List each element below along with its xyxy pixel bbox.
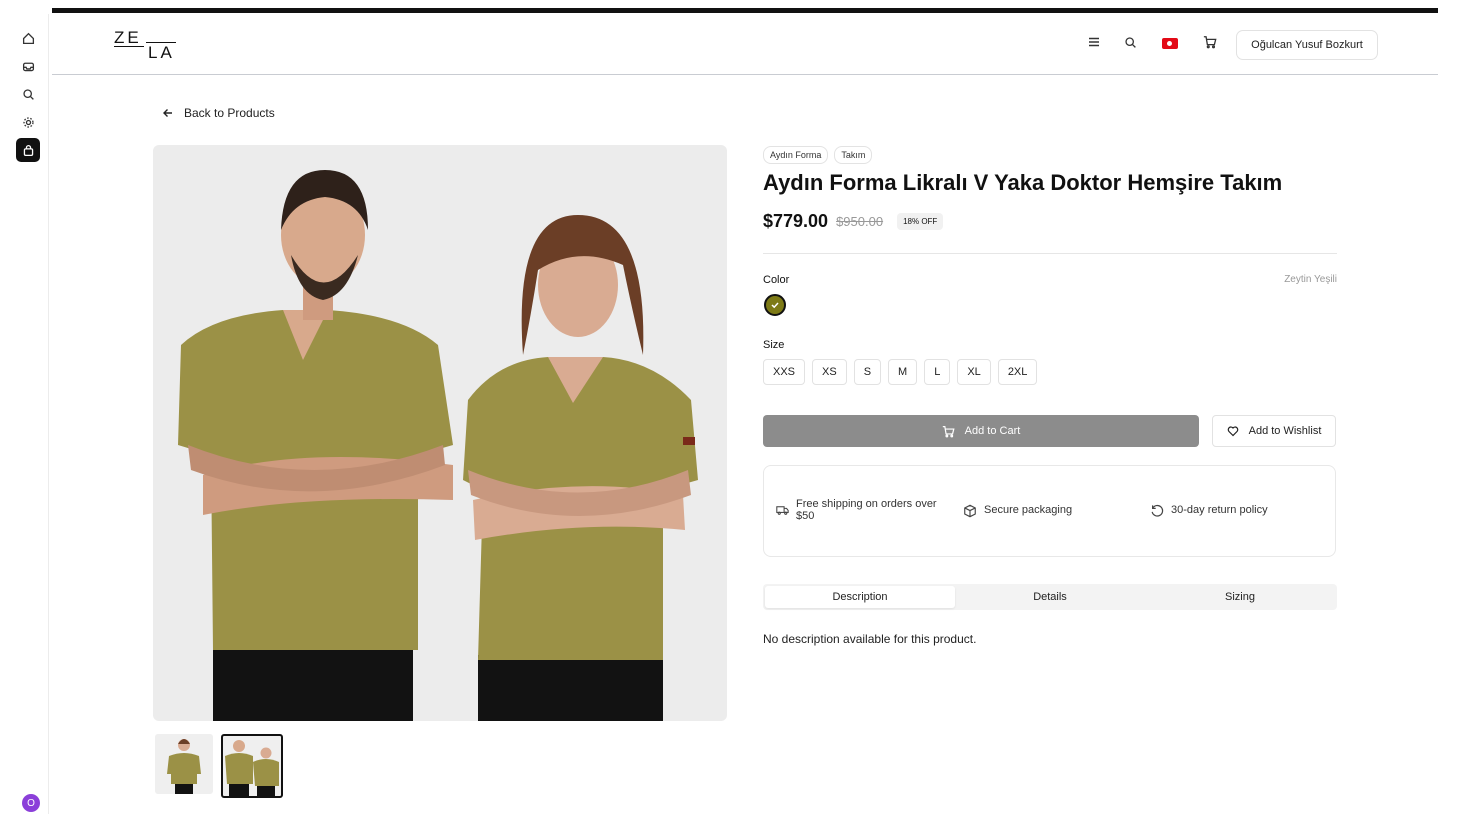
left-rail: O <box>8 14 49 814</box>
add-to-cart-label: Add to Cart <box>964 425 1021 437</box>
product-thumbnail-selected[interactable] <box>221 734 283 798</box>
size-option[interactable]: XXS <box>763 359 806 385</box>
feature-packaging-text: Secure packaging <box>984 504 1073 516</box>
logo-line <box>114 46 144 47</box>
settings-icon[interactable] <box>16 110 40 134</box>
color-swatch-olive[interactable] <box>764 294 786 316</box>
size-option[interactable]: L <box>924 359 951 385</box>
logo-top-text: ZE <box>114 28 142 47</box>
size-options: XXS XS S M L XL 2XL <box>763 359 1038 385</box>
price-row: $779.00 $950.00 18% OFF <box>763 211 944 232</box>
size-option[interactable]: XS <box>812 359 847 385</box>
feature-shipping-text: Free shipping on orders over $50 <box>795 498 937 522</box>
inbox-icon[interactable] <box>16 54 40 78</box>
turkey-flag-icon[interactable] <box>1162 38 1178 49</box>
site-logo[interactable]: ZE LA <box>114 28 178 62</box>
product-tabs: Description Details Sizing <box>763 584 1337 610</box>
add-to-cart-button[interactable]: Add to Cart <box>763 415 1199 447</box>
size-option[interactable]: S <box>853 359 882 385</box>
heart-icon <box>1227 426 1238 437</box>
user-account-button[interactable]: Oğulcan Yusuf Bozkurt <box>1236 30 1378 60</box>
size-option[interactable]: 2XL <box>997 359 1038 385</box>
discount-badge: 18% OFF <box>897 213 944 230</box>
color-label: Color <box>763 274 790 286</box>
selected-color-name: Zeytin Yeşili <box>1284 274 1337 285</box>
shop-icon[interactable] <box>16 138 40 162</box>
search-icon[interactable] <box>1122 34 1138 50</box>
tab-sizing[interactable]: Sizing <box>1145 586 1335 608</box>
product-thumbnail[interactable] <box>155 734 213 794</box>
size-option[interactable]: M <box>888 359 918 385</box>
description-text: No description available for this produc… <box>763 632 977 646</box>
feature-packaging: Secure packaging <box>963 504 1072 518</box>
feature-shipping: Free shipping on orders over $50 <box>776 498 946 522</box>
arrow-left-icon <box>163 109 172 117</box>
feature-returns: 30-day return policy <box>1150 504 1268 518</box>
tab-description[interactable]: Description <box>765 586 955 608</box>
add-to-wishlist-label: Add to Wishlist <box>1248 425 1322 437</box>
cart-icon[interactable] <box>1202 34 1218 50</box>
site-header: ZE LA Oğulcan Yusuf Bozkurt <box>52 14 1438 75</box>
avatar-letter: O <box>27 797 35 809</box>
divider <box>763 253 1337 254</box>
model-woman <box>463 215 698 721</box>
check-icon <box>771 302 779 309</box>
truck-icon <box>776 506 789 515</box>
product-title: Aydın Forma Likralı V Yaka Doktor Hemşir… <box>763 170 1283 195</box>
product-tag[interactable]: Takım <box>834 146 873 164</box>
product-tags: Aydın Forma Takım <box>763 146 873 164</box>
back-link-label: Back to Products <box>184 106 275 120</box>
product-main-image[interactable] <box>153 145 727 721</box>
features-box: Free shipping on orders over $50 Secure … <box>763 465 1336 557</box>
feature-returns-text: 30-day return policy <box>1171 504 1268 516</box>
current-price: $779.00 <box>763 211 829 231</box>
size-label: Size <box>763 339 785 351</box>
size-option[interactable]: XL <box>957 359 991 385</box>
tab-details[interactable]: Details <box>955 586 1145 608</box>
back-to-products-link[interactable]: Back to Products <box>162 106 275 120</box>
model-man <box>178 170 453 721</box>
original-price: $950.00 <box>836 214 884 229</box>
top-border <box>52 8 1438 13</box>
add-to-wishlist-button[interactable]: Add to Wishlist <box>1212 415 1336 447</box>
logo-bottom-text: LA <box>148 43 175 62</box>
product-tag[interactable]: Aydın Forma <box>763 146 829 164</box>
cart-icon <box>942 425 955 437</box>
avatar[interactable]: O <box>22 794 40 812</box>
return-icon <box>1151 504 1164 517</box>
search-icon[interactable] <box>16 82 40 106</box>
package-icon <box>964 504 976 518</box>
home-icon[interactable] <box>16 26 40 50</box>
menu-icon[interactable] <box>1086 34 1102 50</box>
